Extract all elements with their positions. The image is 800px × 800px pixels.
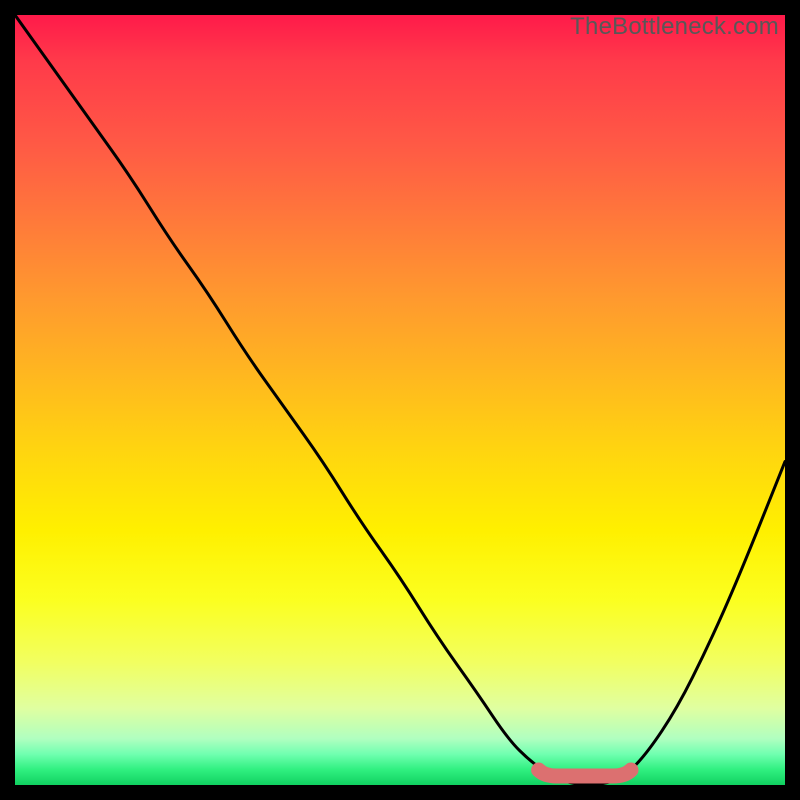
chart-frame: TheBottleneck.com (0, 0, 800, 800)
bottleneck-curve (15, 15, 785, 785)
curve-svg (15, 15, 785, 785)
optimal-range-marker (539, 770, 631, 776)
plot-area: TheBottleneck.com (15, 15, 785, 785)
